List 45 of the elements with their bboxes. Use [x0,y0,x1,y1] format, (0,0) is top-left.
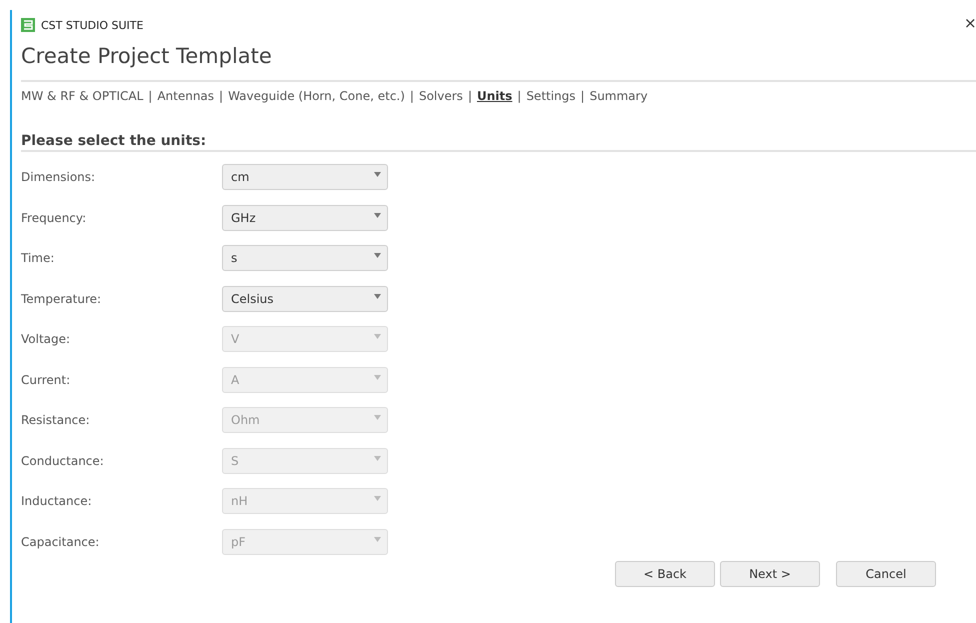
caret-icon [374,334,381,339]
close-button[interactable]: × [964,14,976,32]
unit-dropdown[interactable]: cm [222,164,388,190]
breadcrumb-separator: | [148,89,152,105]
caret-icon [374,172,381,177]
field-label: Current: [21,372,72,386]
breadcrumb-link[interactable]: Units [476,89,512,129]
breadcrumb-separator: | [517,89,522,105]
app-logo-icon [21,18,35,32]
breadcrumb-link[interactable]: MW & RF & OPTICAL [21,89,144,129]
caret-icon [374,456,381,460]
breadcrumb-separator: | [410,89,414,105]
dialog-button[interactable]: Next > [720,561,820,587]
field-label: Dimensions: [21,170,96,184]
app-name: CST STUDIO SUITE [41,18,144,32]
field-label: Resistance: [21,413,91,427]
field-label: Frequency: [21,210,88,224]
unit-dropdown[interactable]: GHz [222,204,388,230]
caret-icon [374,374,381,380]
caret-icon [374,294,381,298]
breadcrumb-separator: | [580,89,585,105]
dialog-button[interactable]: < Back [615,561,715,587]
breadcrumb-link[interactable]: Settings [526,89,576,129]
breadcrumb-link[interactable]: Solvers [418,89,463,129]
unit-dropdown[interactable]: Celsius [222,286,388,312]
breadcrumb-link[interactable]: Summary [590,89,648,129]
breadcrumb-separator: | [219,89,224,105]
field-label: Conductance: [21,454,105,468]
breadcrumb-link[interactable]: Waveguide (Horn, Cone, etc.) [228,89,405,129]
page-title: Create Project Template [21,44,273,70]
breadcrumb-separator: | [468,89,472,105]
breadcrumb-link[interactable]: Antennas [157,89,214,129]
section-heading: Please select the units: [21,133,976,152]
field-label: Temperature: [21,292,102,306]
field-label: Time: [21,251,56,265]
caret-icon [374,212,381,218]
field-label: Inductance: [21,494,93,508]
dialog-button[interactable]: Cancel [836,561,936,587]
caret-icon [374,536,381,542]
unit-dropdown[interactable]: s [222,245,388,271]
field-label: Capacitance: [21,534,100,548]
caret-icon [374,496,381,501]
caret-icon [374,253,381,258]
caret-icon [374,415,381,420]
field-label: Voltage: [21,332,72,346]
